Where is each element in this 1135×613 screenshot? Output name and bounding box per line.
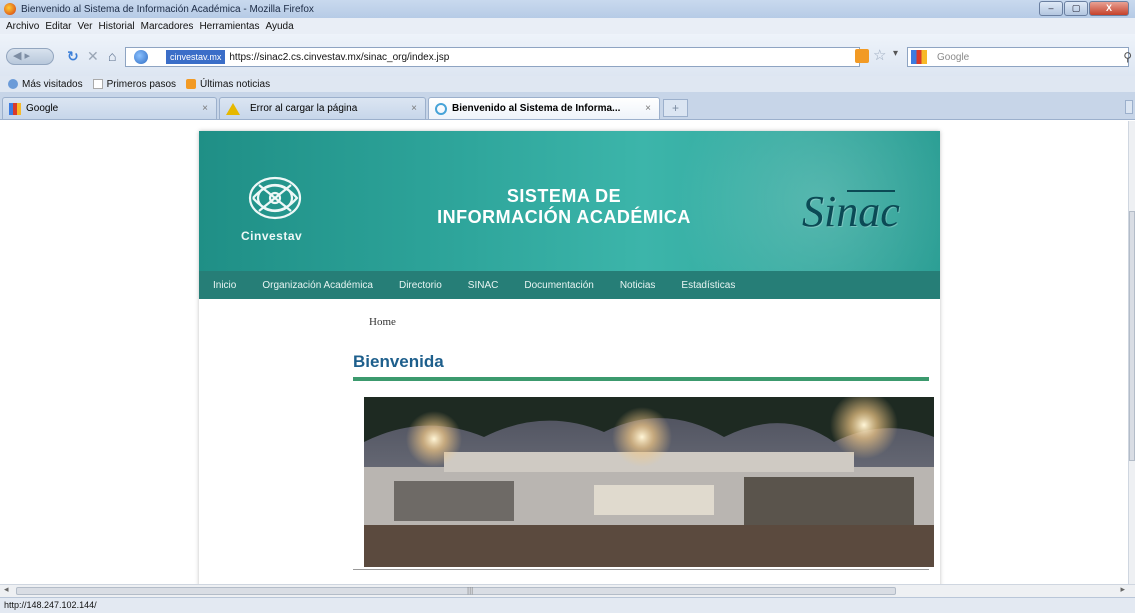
tab-label: Error al cargar la página [250,103,358,114]
sinac-logo: Sinac [802,186,900,237]
menu-herramientas[interactable]: Herramientas [199,21,259,32]
rss-feed-icon[interactable] [855,49,869,63]
bookmark-star-icon[interactable]: ☆ [873,46,886,64]
banner-title-line1: SISTEMA DE [506,186,622,206]
google-favicon-icon [9,102,21,115]
tab-scroll-button[interactable] [1125,100,1133,114]
campus-photo [364,397,934,567]
reload-icon[interactable]: ↻ [67,49,79,63]
bookmark-mas-visitados[interactable]: Más visitados [8,79,83,90]
tab-label: Google [26,103,59,114]
horizontal-scroll-thumb[interactable]: ||| [16,586,896,595]
site-nav: Inicio Organización Académica Directorio… [199,271,940,299]
content-bottom-divider [353,569,929,570]
menu-marcadores[interactable]: Marcadores [141,21,194,32]
menu-editar[interactable]: Editar [45,21,71,32]
horizontal-scrollbar[interactable]: ◂ ||| ▸ [0,584,1135,597]
maximize-button[interactable]: ▢ [1064,1,1088,16]
scroll-left-icon[interactable]: ◂ [4,584,9,595]
bookmarks-toolbar: Más visitados Primeros pasos Últimas not… [0,76,1135,92]
rss-icon [186,79,197,89]
menu-ver[interactable]: Ver [77,21,92,32]
menu-bar: Archivo Editar Ver Historial Marcadores … [0,18,1135,34]
cinvestav-logo-icon[interactable] [245,173,305,223]
site-banner: Cinvestav SISTEMA DE INFORMACIÓN ACADÉMI… [199,131,940,271]
bookmark-ultimas-noticias[interactable]: Últimas noticias [186,79,270,90]
bookmark-label: Últimas noticias [200,78,271,90]
window-controls: – ▢ X [1039,1,1129,16]
back-arrow-icon: ◀ ▸ [13,50,31,62]
close-tab-icon[interactable]: × [645,103,651,114]
status-bar: http://148.247.102.144/ [0,597,1135,613]
page-title: Bienvenida [353,352,444,371]
bookmark-label: Primeros pasos [106,78,177,90]
banner-title-line2: INFORMACIÓN ACADÉMICA [437,207,691,227]
tab-google[interactable]: Google × [2,97,217,119]
search-engine-icon[interactable] [911,50,927,64]
sinac-logo-text: Sinac [802,187,900,236]
page-icon [92,79,103,89]
window-title: Bienvenido al Sistema de Información Aca… [21,3,314,15]
nav-organizacion-academica[interactable]: Organización Académica [262,280,373,291]
sinac-logo-bar [847,190,895,192]
search-input[interactable]: Google ⚲ [907,47,1132,67]
window-titlebar: Bienvenido al Sistema de Información Aca… [0,0,1135,18]
tab-error[interactable]: Error al cargar la página × [219,97,426,119]
bookmark-primeros-pasos[interactable]: Primeros pasos [92,78,177,90]
loading-icon [435,102,447,115]
tab-label: Bienvenido al Sistema de Informa... [452,103,621,114]
menu-archivo[interactable]: Archivo [6,21,39,32]
breadcrumb[interactable]: Home [369,316,396,328]
globe-icon [8,79,18,89]
scroll-right-icon[interactable]: ▸ [1120,584,1125,595]
nav-noticias[interactable]: Noticias [620,280,656,291]
stop-icon[interactable]: ✕ [87,49,99,63]
cinvestav-logo-text: Cinvestav [241,229,303,243]
vertical-scrollbar[interactable] [1128,121,1135,584]
banner-title: SISTEMA DE INFORMACIÓN ACADÉMICA [414,186,714,228]
tab-strip: Google × Error al cargar la página × Bie… [0,92,1135,120]
nav-documentacion[interactable]: Documentación [524,280,593,291]
vertical-scroll-thumb[interactable] [1129,211,1135,461]
search-placeholder: Google [937,51,970,63]
minimize-button[interactable]: – [1039,1,1063,16]
menu-historial[interactable]: Historial [99,21,135,32]
home-icon[interactable]: ⌂ [108,49,116,63]
tab-bienvenido[interactable]: Bienvenido al Sistema de Informa... × [428,97,660,119]
url-text[interactable]: https://sinac2.cs.cinvestav.mx/sinac_org… [229,52,449,63]
search-icon[interactable]: ⚲ [1123,50,1132,64]
nav-estadisticas[interactable]: Estadísticas [681,280,735,291]
close-tab-icon[interactable]: × [202,103,208,114]
chevron-down-icon[interactable]: ▾ [893,48,898,59]
menu-ayuda[interactable]: Ayuda [265,21,293,32]
bookmark-label: Más visitados [22,78,83,90]
site-container: Cinvestav SISTEMA DE INFORMACIÓN ACADÉMI… [199,131,940,584]
scroll-grip-icon: ||| [467,586,474,595]
warning-icon [226,102,240,115]
close-window-button[interactable]: X [1089,1,1129,16]
close-tab-icon[interactable]: × [411,103,417,114]
title-divider [353,377,929,381]
back-forward-button[interactable]: ◀ ▸ [6,48,54,65]
page-viewport: Cinvestav SISTEMA DE INFORMACIÓN ACADÉMI… [0,121,1128,584]
navigation-toolbar: ◀ ▸ ↻ ✕ ⌂ cinvestav.mx https://sinac2.cs… [0,34,1135,76]
firefox-icon [4,3,16,15]
new-tab-button[interactable]: + [663,99,688,117]
url-bar[interactable]: cinvestav.mx https://sinac2.cs.cinvestav… [125,47,860,67]
nav-directorio[interactable]: Directorio [399,280,442,291]
site-identity-label[interactable]: cinvestav.mx [166,50,226,64]
nav-sinac[interactable]: SINAC [468,280,499,291]
site-identity-icon[interactable] [134,50,148,64]
nav-inicio[interactable]: Inicio [213,280,236,291]
